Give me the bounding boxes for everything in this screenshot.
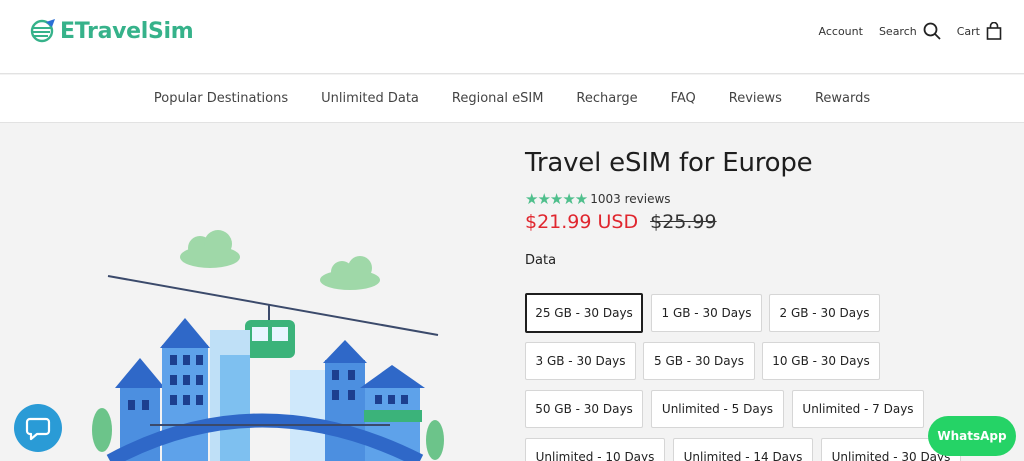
globe-plane-icon (30, 19, 55, 43)
search-icon (923, 22, 941, 40)
cart-button[interactable]: Cart (957, 22, 1002, 40)
main-nav: Popular Destinations Unlimited Data Regi… (0, 75, 1024, 123)
search-button[interactable]: Search (879, 22, 941, 40)
nav-recharge[interactable]: Recharge (576, 91, 637, 106)
nav-rewards[interactable]: Rewards (815, 91, 870, 106)
option-unlimited-10days[interactable]: Unlimited - 10 Days (525, 438, 665, 461)
option-25gb-30days[interactable]: 25 GB - 30 Days (525, 293, 643, 333)
cart-label: Cart (956, 24, 980, 38)
option-unlimited-7days[interactable]: Unlimited - 7 Days (792, 390, 924, 428)
price-row: $21.99 USD $25.99 (525, 211, 965, 233)
nav-faq[interactable]: FAQ (671, 91, 696, 106)
nav-popular-destinations[interactable]: Popular Destinations (154, 91, 288, 106)
europe-city-illustration (92, 230, 444, 461)
account-link[interactable]: Account (819, 25, 863, 38)
option-2gb-30days[interactable]: 2 GB - 30 Days (769, 294, 880, 332)
star-rating-icon: ★★★★★ (525, 190, 588, 208)
rating[interactable]: ★★★★★ 1003 reviews (525, 190, 965, 208)
chat-button[interactable] (14, 404, 62, 452)
option-label: Data (525, 253, 557, 268)
logo[interactable]: ETravelSim (30, 18, 194, 44)
whatsapp-button[interactable]: WhatsApp (928, 416, 1016, 456)
product-title: Travel eSIM for Europe (525, 148, 813, 178)
option-10gb-30days[interactable]: 10 GB - 30 Days (762, 342, 880, 380)
shopping-bag-icon (986, 22, 1002, 40)
option-unlimited-14days[interactable]: Unlimited - 14 Days (673, 438, 813, 461)
cloud-icon (320, 256, 380, 290)
cloud-icon (180, 230, 240, 268)
logo-text: ETravelSim (60, 18, 194, 44)
option-50gb-30days[interactable]: 50 GB - 30 Days (525, 390, 643, 428)
compare-price: $25.99 (650, 211, 717, 233)
chat-bubble-icon (25, 417, 51, 441)
sale-price: $21.99 USD (525, 211, 639, 233)
option-5gb-30days[interactable]: 5 GB - 30 Days (643, 342, 755, 380)
site-header: ETravelSim Account Search Cart (0, 0, 1024, 74)
search-label: Search (878, 24, 917, 38)
review-count: 1003 reviews (590, 192, 671, 206)
nav-reviews[interactable]: Reviews (729, 91, 782, 106)
option-1gb-30days[interactable]: 1 GB - 30 Days (651, 294, 762, 332)
nav-unlimited-data[interactable]: Unlimited Data (321, 91, 419, 106)
nav-regional-esim[interactable]: Regional eSIM (452, 91, 544, 106)
option-unlimited-5days[interactable]: Unlimited - 5 Days (651, 390, 784, 428)
option-3gb-30days[interactable]: 3 GB - 30 Days (525, 342, 636, 380)
product-panel: Travel eSIM for Europe ★★★★★ 1003 review… (525, 148, 965, 268)
